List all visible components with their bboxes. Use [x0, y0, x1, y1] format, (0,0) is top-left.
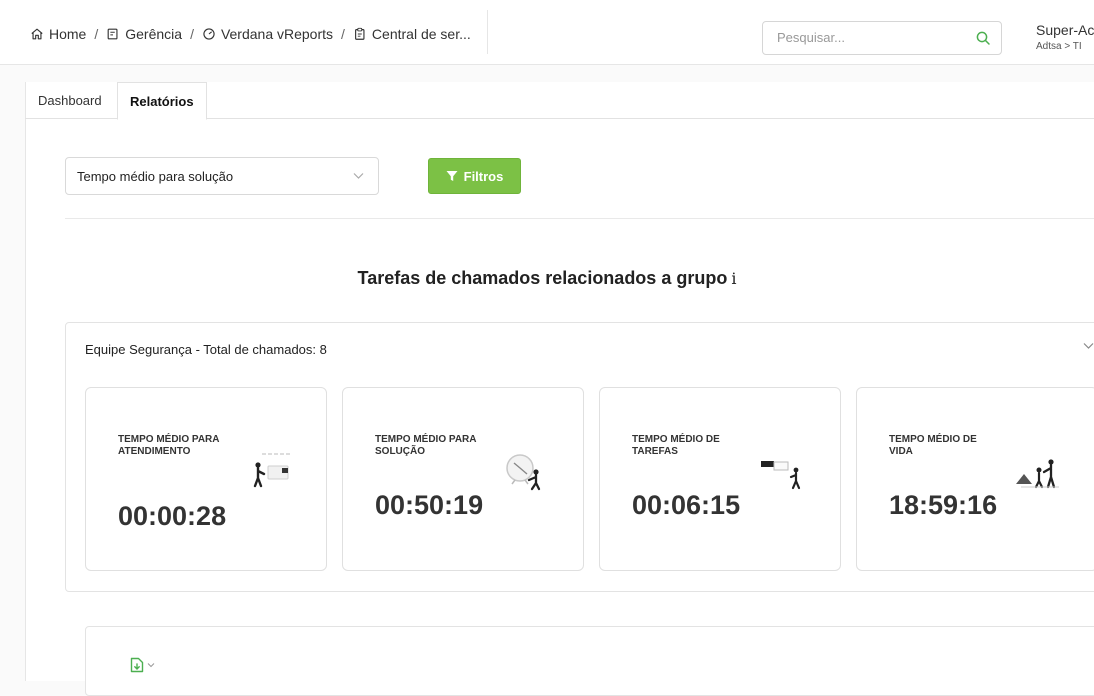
metric-value: 18:59:16 [889, 490, 998, 520]
tasks-illustration-icon [761, 461, 801, 490]
breadcrumb-home[interactable]: Home [30, 26, 86, 42]
metric-label: TEMPO MÉDIO DE TAREFAS [632, 434, 720, 457]
search-input[interactable] [775, 29, 969, 46]
user-org-path: Adtsa > TI [1036, 41, 1082, 52]
info-icon[interactable]: i [731, 269, 736, 288]
document-icon [107, 28, 118, 40]
home-icon [31, 28, 43, 40]
person-with-screen-illustration-icon [253, 453, 290, 488]
filter-button[interactable]: Filtros [428, 158, 521, 194]
metric-card-attendance: TEMPO MÉDIO PARA ATENDIMENTO 00:00:28 [85, 387, 327, 571]
breadcrumb-home-label: Home [49, 26, 87, 42]
breadcrumb: Home / Gerência / Verdana vReports / Cen… [30, 26, 471, 42]
section-divider [65, 218, 1094, 219]
metric-value: 00:06:15 [632, 490, 741, 520]
breadcrumb-management[interactable]: Gerência [106, 26, 182, 42]
chevron-down-icon [147, 663, 155, 668]
team-illustration-icon [1016, 459, 1059, 489]
metric-label: TEMPO MÉDIO PARA SOLUÇÃO [375, 434, 477, 457]
breadcrumb-reports-label: Verdana vReports [220, 26, 334, 42]
search-icon[interactable] [975, 30, 991, 46]
breadcrumb-service-center[interactable]: Central de ser... [353, 26, 471, 42]
tab-dashboard[interactable]: Dashboard [26, 82, 114, 119]
section-title-text: Tarefas de chamados relacionados a grupo [357, 268, 728, 288]
export-button[interactable] [130, 657, 155, 673]
export-panel [85, 626, 1094, 696]
metric-value: 00:00:28 [118, 501, 227, 531]
dashboard-icon [203, 28, 215, 40]
tab-reports[interactable]: Relatórios [117, 82, 207, 120]
metric-label: TEMPO MÉDIO DE VIDA [889, 434, 977, 457]
breadcrumb-separator: / [190, 26, 194, 42]
metric-value: 00:50:19 [375, 490, 484, 520]
metric-card-tasks: TEMPO MÉDIO DE TAREFAS 00:06:15 [599, 387, 841, 571]
chevron-down-icon [353, 173, 364, 179]
report-type-value: Tempo médio para solução [77, 169, 234, 184]
search-box [762, 21, 1002, 55]
topbar-divider [487, 10, 488, 54]
metric-card-solution: TEMPO MÉDIO PARA SOLUÇÃO 00:50:19 [342, 387, 584, 571]
breadcrumb-separator: / [341, 26, 345, 42]
breadcrumb-management-label: Gerência [125, 26, 183, 42]
user-name[interactable]: Super-Ac [1036, 22, 1094, 38]
metric-label: TEMPO MÉDIO PARA ATENDIMENTO [118, 434, 220, 457]
filter-icon [446, 171, 458, 181]
breadcrumb-service-center-label: Central de ser... [371, 26, 471, 42]
export-file-icon [130, 657, 144, 673]
chevron-down-icon[interactable] [1083, 342, 1094, 350]
filter-button-label: Filtros [463, 168, 504, 184]
report-type-select[interactable]: Tempo médio para solução [65, 157, 379, 195]
clock-with-person-illustration-icon [506, 454, 541, 491]
report-icon [354, 27, 365, 40]
metric-card-lifetime: TEMPO MÉDIO DE VIDA 18:59:16 [856, 387, 1094, 571]
group-title[interactable]: Equipe Segurança - Total de chamados: 8 [85, 342, 327, 357]
section-title: Tarefas de chamados relacionados a grupo… [0, 268, 1094, 289]
breadcrumb-separator: / [94, 26, 99, 42]
breadcrumb-reports[interactable]: Verdana vReports [202, 26, 333, 42]
